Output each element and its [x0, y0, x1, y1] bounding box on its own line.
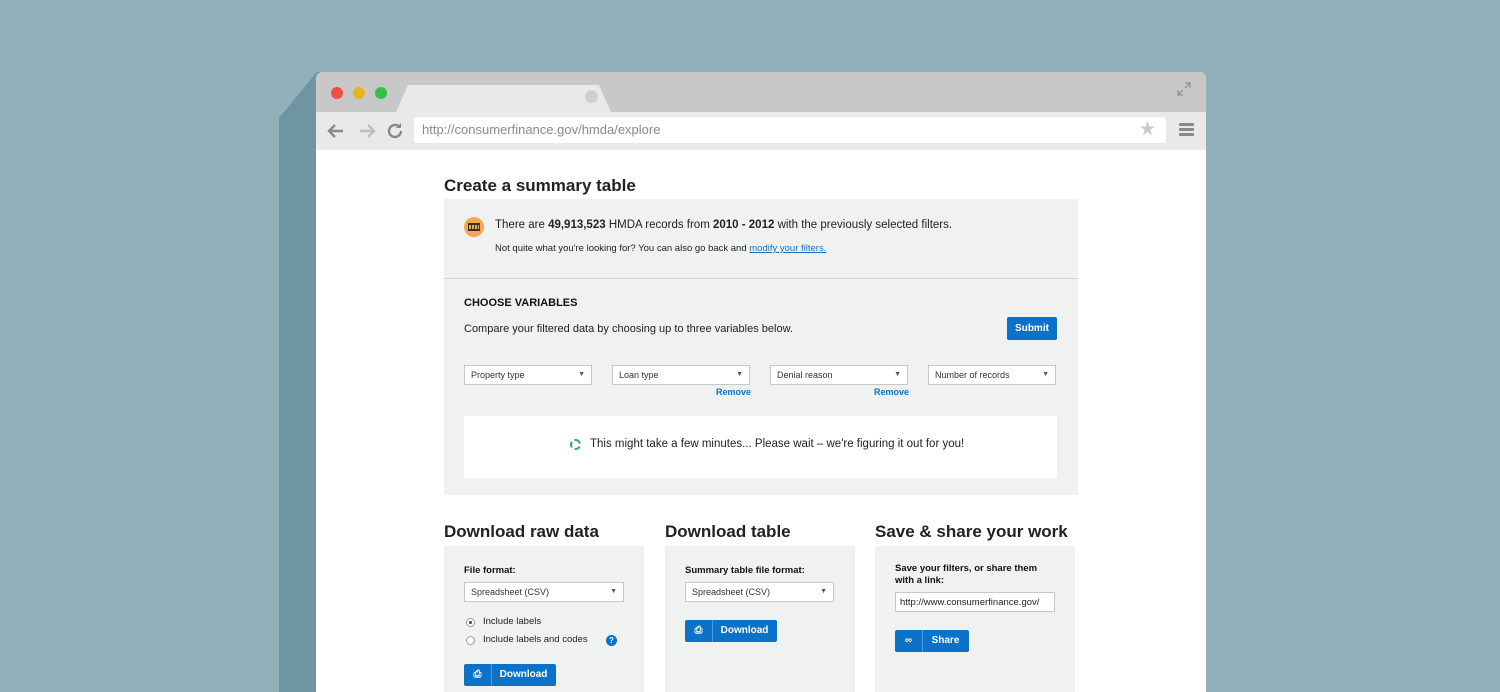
back-icon[interactable] — [325, 120, 347, 142]
summary-table-format-select[interactable]: Spreadsheet (CSV) ▼ — [685, 582, 834, 602]
records-summary: There are 49,913,523 HMDA records from 2… — [495, 219, 953, 231]
chevron-down-icon: ▼ — [1042, 371, 1049, 378]
include-labels-codes-radio[interactable] — [466, 636, 475, 645]
reload-icon[interactable] — [384, 120, 406, 142]
chevron-down-icon: ▼ — [894, 371, 901, 378]
variable-select-denial-reason[interactable]: Denial reason ▼ — [770, 365, 908, 385]
submit-button[interactable]: Submit — [1007, 317, 1057, 340]
summary-title: Create a summary table — [444, 176, 636, 195]
share-link-input[interactable] — [895, 592, 1055, 612]
include-labels-radio[interactable] — [466, 618, 475, 627]
remove-loan-type-link[interactable]: Remove — [716, 387, 751, 397]
link-icon: ∞ — [895, 630, 923, 652]
choose-variables-description: Compare your filtered data by choosing u… — [464, 323, 793, 335]
include-labels-label: Include labels — [483, 616, 542, 627]
divider — [444, 278, 1078, 279]
spinner-icon — [570, 439, 581, 450]
variable-select-property-type[interactable]: Property type ▼ — [464, 365, 592, 385]
help-icon[interactable]: ? — [606, 635, 617, 646]
chevron-down-icon: ▼ — [578, 371, 585, 378]
browser-window: ★ Create a summary table There are 49,91… — [316, 72, 1206, 692]
file-format-label: File format: — [464, 565, 516, 576]
records-info: There are 49,913,523 HMDA records from 2… — [464, 217, 1064, 277]
loading-message: This might take a few minutes... Please … — [590, 438, 965, 450]
maximize-window-button[interactable] — [375, 87, 387, 99]
browser-toolbar: ★ — [316, 112, 1206, 150]
chevron-down-icon: ▼ — [820, 588, 827, 595]
calculator-icon — [464, 217, 484, 237]
loading-box: This might take a few minutes... Please … — [464, 416, 1057, 478]
summary-table-format-label: Summary table file format: — [685, 565, 805, 576]
file-icon: ⎙ — [464, 664, 492, 686]
download-table-button[interactable]: ⎙ Download — [685, 620, 777, 642]
summary-panel: There are 49,913,523 HMDA records from 2… — [444, 199, 1078, 495]
download-raw-data-title: Download raw data — [444, 522, 599, 541]
modify-filters-link[interactable]: modify your filters. — [749, 243, 826, 254]
file-format-select[interactable]: Spreadsheet (CSV) ▼ — [464, 582, 624, 602]
page-content: Create a summary table There are 49,913,… — [316, 150, 1206, 692]
share-description-line1: Save your filters, or share them — [895, 563, 1038, 574]
address-bar[interactable] — [414, 117, 1166, 143]
expand-icon[interactable] — [1176, 81, 1192, 97]
chevron-down-icon: ▼ — [610, 588, 617, 595]
browser-tab[interactable] — [396, 85, 611, 112]
save-share-card: Save your filters, or share them with a … — [875, 546, 1075, 692]
remove-denial-reason-link[interactable]: Remove — [874, 387, 909, 397]
variable-select-loan-type[interactable]: Loan type ▼ — [612, 365, 750, 385]
forward-icon[interactable] — [356, 120, 378, 142]
star-icon[interactable]: ★ — [1139, 120, 1157, 140]
download-raw-data-card: File format: Spreadsheet (CSV) ▼ Include … — [444, 546, 644, 692]
choose-variables-title: CHOOSE VARIABLES — [464, 297, 578, 309]
include-labels-codes-label: Include labels and codes — [483, 634, 588, 645]
tab-close-icon[interactable] — [585, 90, 598, 103]
variable-select-number-of-records[interactable]: Number of records ▼ — [928, 365, 1056, 385]
share-button[interactable]: ∞ Share — [895, 630, 969, 652]
title-bar — [316, 72, 1206, 112]
chevron-down-icon: ▼ — [736, 371, 743, 378]
download-table-title: Download table — [665, 522, 791, 541]
year-range: 2010 - 2012 — [712, 219, 775, 231]
share-description-line2: with a link: — [895, 575, 945, 586]
close-window-button[interactable] — [331, 87, 343, 99]
filters-note: Not quite what you're looking for? You c… — [495, 243, 827, 254]
record-count: 49,913,523 — [548, 219, 606, 231]
minimize-window-button[interactable] — [353, 87, 365, 99]
download-raw-data-button[interactable]: ⎙ Download — [464, 664, 556, 686]
download-table-card: Summary table file format: Spreadsheet (… — [665, 546, 855, 692]
menu-icon[interactable] — [1179, 123, 1194, 137]
file-icon: ⎙ — [685, 620, 713, 642]
save-share-title: Save & share your work — [875, 522, 1068, 541]
